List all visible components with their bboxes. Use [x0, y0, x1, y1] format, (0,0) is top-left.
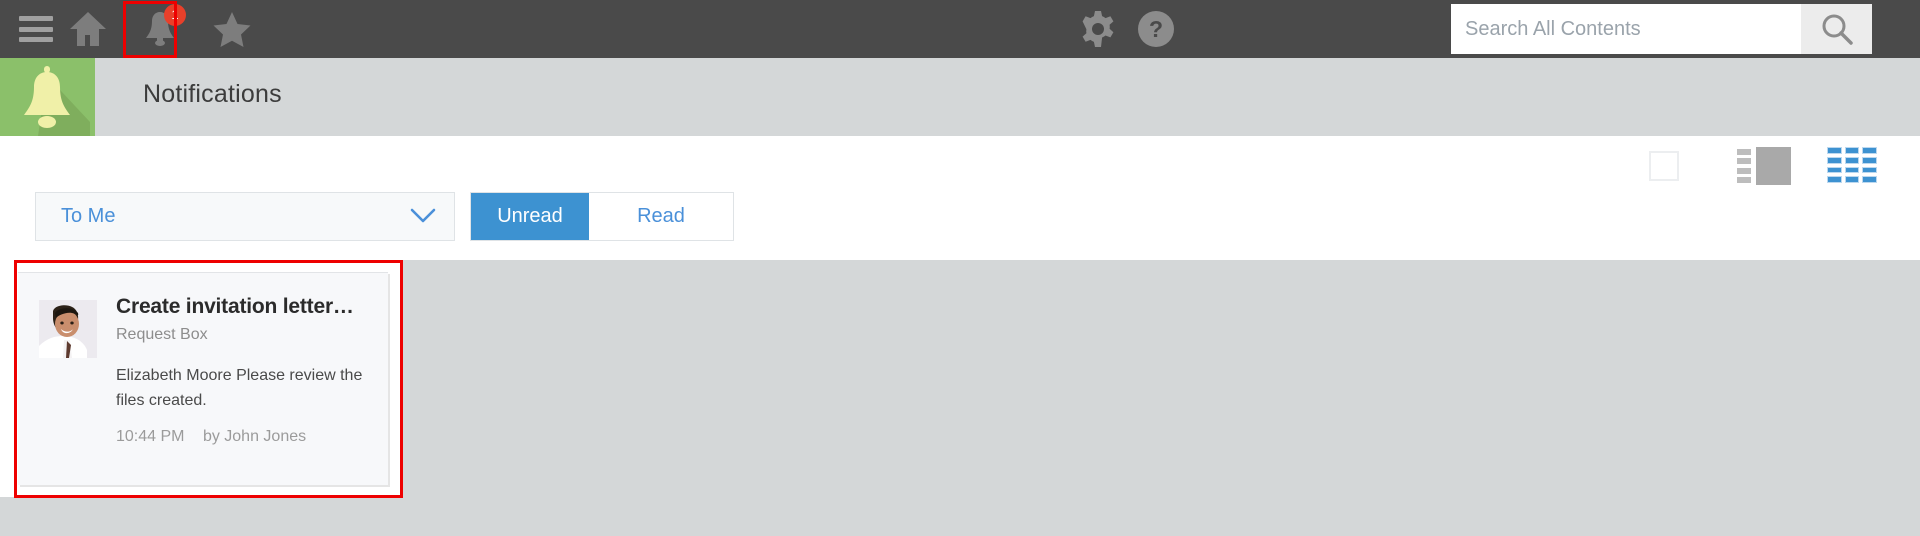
help-button[interactable]: ?: [1120, 0, 1192, 58]
search-button[interactable]: [1801, 4, 1872, 54]
notifications-page: 1 ? Search All Contents Notifications To…: [0, 0, 1920, 536]
search-icon: [1822, 14, 1853, 45]
chevron-down-icon: [410, 207, 436, 230]
search-box[interactable]: [1451, 4, 1801, 54]
tab-unread[interactable]: Unread: [471, 193, 589, 240]
page-header-band: Notifications: [0, 58, 1920, 136]
list-view-icon: [1737, 149, 1751, 183]
notification-badge: 1: [164, 4, 186, 26]
page-title: Notifications: [143, 80, 282, 108]
recipient-filter-value: To Me: [61, 205, 116, 227]
top-navigation-bar: 1 ?: [0, 0, 1920, 58]
notification-time: 10:44 PM: [116, 428, 185, 445]
list-view-icon-block: [1756, 147, 1791, 185]
help-icon: ?: [1138, 11, 1174, 47]
svg-text:?: ?: [1149, 16, 1163, 42]
recipient-filter-select[interactable]: To Me: [35, 192, 455, 241]
search-input[interactable]: [1451, 4, 1801, 54]
grid-view-icon: [1827, 147, 1877, 183]
notification-title[interactable]: Create invitation letter…: [116, 295, 376, 319]
notifications-toolbar: To Me Unread Read: [0, 136, 1920, 260]
notification-author: by John Jones: [202, 428, 307, 445]
star-icon: [213, 12, 251, 47]
notification-meta: 10:44 PM by John Jones: [116, 428, 376, 446]
hamburger-icon: [19, 16, 53, 42]
avatar: [39, 300, 97, 358]
notification-message: Elizabeth Moore Please review the files …: [116, 367, 363, 409]
bell-wrapper: 1: [124, 0, 196, 58]
notifications-button[interactable]: 1: [124, 0, 196, 58]
notifications-content: Create invitation letter… Request Box El…: [0, 260, 1920, 536]
notification-source: Request Box: [116, 326, 208, 343]
notifications-app-tile: [0, 58, 95, 136]
notification-column: Create invitation letter… Request Box El…: [0, 260, 402, 497]
list-view-button[interactable]: [1737, 147, 1791, 185]
gear-icon: [1082, 11, 1114, 47]
bell-icon: [24, 66, 90, 136]
notification-card[interactable]: Create invitation letter… Request Box El…: [18, 272, 388, 485]
user-avatar-icon: [39, 300, 97, 358]
tab-read[interactable]: Read: [589, 193, 733, 240]
grid-view-button[interactable]: [1827, 147, 1881, 185]
notification-body: Create invitation letter… Request Box El…: [116, 295, 376, 446]
favorites-button[interactable]: [196, 0, 268, 58]
home-icon: [70, 12, 106, 46]
select-all-checkbox[interactable]: [1649, 151, 1679, 181]
home-button[interactable]: [52, 0, 124, 58]
read-state-tabs: Unread Read: [470, 192, 734, 241]
